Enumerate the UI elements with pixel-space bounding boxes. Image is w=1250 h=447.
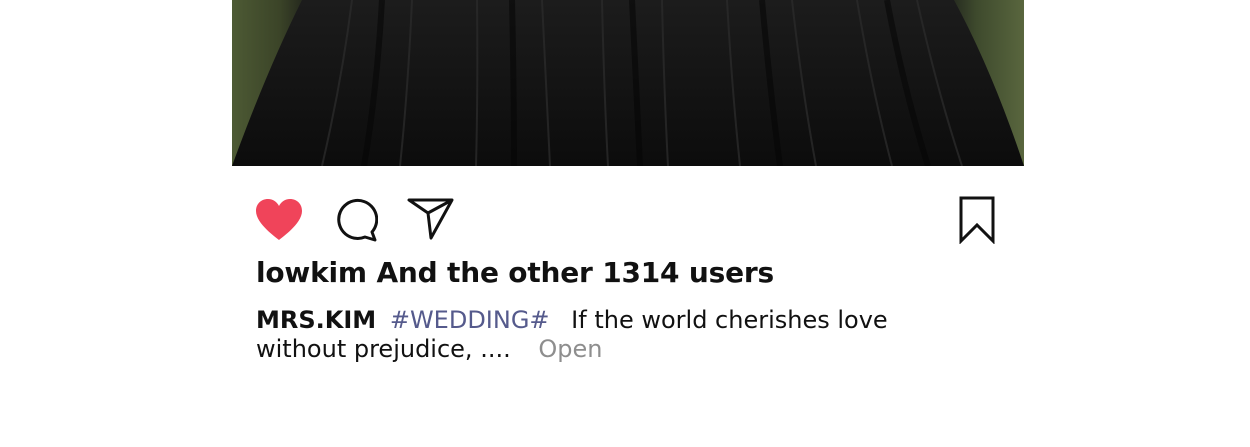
bookmark-icon xyxy=(959,196,995,244)
caption-more-link[interactable]: Open xyxy=(538,335,602,363)
likes-count[interactable]: lowkim And the other 1314 users xyxy=(256,256,774,289)
caption-author[interactable]: MRS.KIM xyxy=(256,306,376,334)
post-card: lowkim And the other 1314 users MRS.KIM … xyxy=(232,0,1024,447)
post-caption: MRS.KIM #WEDDING# If the world cherishes… xyxy=(256,306,976,364)
caption-hashtag[interactable]: #WEDDING# xyxy=(390,306,550,334)
send-icon xyxy=(407,198,454,240)
dress-photo-illustration xyxy=(232,0,1024,166)
post-photo[interactable] xyxy=(232,0,1024,166)
comment-icon xyxy=(337,198,378,242)
like-button[interactable] xyxy=(254,198,304,242)
heart-icon xyxy=(256,199,302,240)
action-bar xyxy=(232,190,1024,250)
save-button[interactable] xyxy=(958,196,996,244)
comment-button[interactable] xyxy=(332,197,378,243)
share-button[interactable] xyxy=(406,196,456,242)
